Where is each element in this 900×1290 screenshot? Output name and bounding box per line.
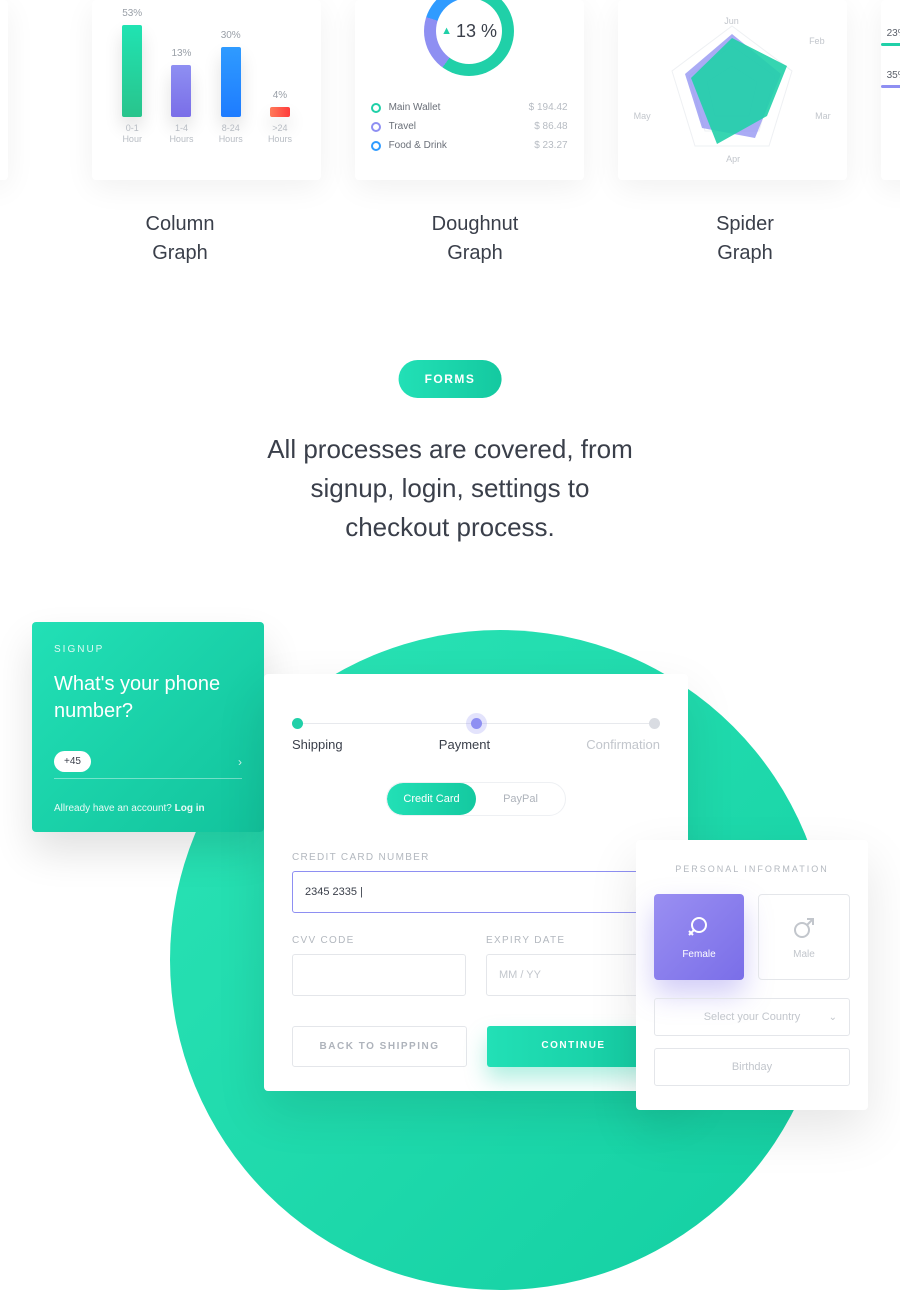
payment-method-toggle[interactable]: Credit Card PayPal xyxy=(386,782,566,816)
column-graph-card: 53% 0-1Hour 13% 1-4Hours 30% 8-24Hours 4… xyxy=(92,0,321,180)
card-number-label: CREDIT CARD NUMBER xyxy=(292,852,660,863)
mini-pct-2: 35% xyxy=(881,70,900,81)
signup-tag: SIGNUP xyxy=(54,644,242,655)
spider-chart xyxy=(657,16,807,166)
caption-spider: SpiderGraph xyxy=(620,210,870,268)
doughnut-card: ▲ 13 % Main Wallet $ 194.42 Travel $ 86.4… xyxy=(355,0,584,180)
wallet-row-travel: Travel $ 86.48 xyxy=(371,117,568,136)
step-dot-shipping[interactable] xyxy=(292,718,303,729)
signup-card: SIGNUP What's your phone number? +45 › A… xyxy=(32,622,264,832)
col-bar-4: 4% >24Hours xyxy=(257,90,303,146)
chevron-down-icon: ⌄ xyxy=(829,1012,837,1023)
doughnut-chart: ▲ 13 % xyxy=(424,0,514,76)
step-label-payment: Payment xyxy=(439,737,490,752)
section-headline: All processes are covered, from signup, … xyxy=(0,430,900,547)
card-number-input[interactable]: 2345 2335 | xyxy=(292,871,660,913)
graph-cards-row: 53% 0-1Hour 13% 1-4Hours 30% 8-24Hours 4… xyxy=(0,0,900,180)
col-bar-3: 30% 8-24Hours xyxy=(208,30,254,146)
country-select[interactable]: Select your Country ⌄ xyxy=(654,998,850,1036)
triangle-up-icon: ▲ xyxy=(441,25,452,37)
male-icon xyxy=(791,915,817,941)
signup-footer: Allready have an account? Log in xyxy=(54,803,242,814)
mini-card-left xyxy=(0,0,8,180)
cvv-label: CVV CODE xyxy=(292,935,466,946)
personal-info-card: PERSONAL INFORMATION Female Male Select … xyxy=(636,840,868,1110)
spider-label-may: May xyxy=(634,111,651,121)
login-link[interactable]: Log in xyxy=(175,803,205,814)
toggle-paypal[interactable]: PayPal xyxy=(476,783,565,815)
country-code-chip[interactable]: +45 xyxy=(54,751,91,772)
female-icon xyxy=(686,915,712,941)
step-label-shipping: Shipping xyxy=(292,737,343,752)
graph-captions-row: ColumnGraph DoughnutGraph SpiderGraph xyxy=(0,210,900,268)
step-dot-confirmation xyxy=(649,718,660,729)
mini-pct-1: 23% xyxy=(881,28,900,39)
step-label-confirmation: Confirmation xyxy=(586,737,660,752)
birthday-select[interactable]: Birthday xyxy=(654,1048,850,1086)
back-to-shipping-button[interactable]: BACK TO SHIPPING xyxy=(292,1026,467,1067)
checkout-stepper xyxy=(292,718,660,729)
spider-card: Jun Feb Mar Apr May xyxy=(618,0,847,180)
spider-label-mar: Mar xyxy=(815,111,831,121)
continue-button[interactable]: CONTINUE xyxy=(487,1026,660,1067)
mini-card-right: 23% 35% xyxy=(881,0,900,180)
signup-title: What's your phone number? xyxy=(54,671,242,725)
spider-label-apr: Apr xyxy=(726,154,740,164)
dot-icon xyxy=(371,103,381,113)
wallet-row-main: Main Wallet $ 194.42 xyxy=(371,98,568,117)
dot-icon xyxy=(371,141,381,151)
checkout-card: Shipping Payment Confirmation Credit Car… xyxy=(264,674,688,1091)
personal-tag: PERSONAL INFORMATION xyxy=(654,864,850,874)
caption-doughnut: DoughnutGraph xyxy=(330,210,620,268)
expiry-label: EXPIRY DATE xyxy=(486,935,660,946)
gender-male-button[interactable]: Male xyxy=(758,894,850,980)
chevron-right-icon[interactable]: › xyxy=(238,755,242,769)
toggle-credit-card[interactable]: Credit Card xyxy=(387,783,476,815)
spider-label-jun: Jun xyxy=(724,16,739,26)
forms-pill: FORMS xyxy=(399,360,502,398)
step-dot-payment[interactable] xyxy=(471,718,482,729)
doughnut-center-value: 13 % xyxy=(456,21,497,42)
wallet-row-food: Food & Drink $ 23.27 xyxy=(371,136,568,155)
gender-female-button[interactable]: Female xyxy=(654,894,744,980)
spider-label-feb: Feb xyxy=(809,36,825,46)
cvv-input[interactable] xyxy=(292,954,466,996)
phone-input-row[interactable]: +45 › xyxy=(54,751,242,779)
caption-column: ColumnGraph xyxy=(30,210,330,268)
col-pct-1: 53% xyxy=(122,8,142,19)
col-bar-1: 53% 0-1Hour xyxy=(109,8,155,146)
col-bar-2: 13% 1-4Hours xyxy=(158,48,204,146)
dot-icon xyxy=(371,122,381,132)
expiry-input[interactable]: MM / YY xyxy=(486,954,660,996)
